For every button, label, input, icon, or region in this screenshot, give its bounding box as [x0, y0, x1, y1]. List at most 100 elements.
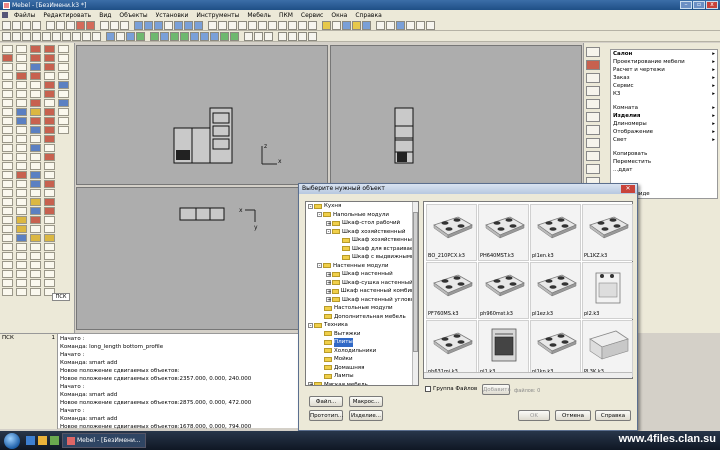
close-button[interactable]: x: [706, 1, 718, 9]
tool-button[interactable]: [16, 279, 27, 287]
tool-button[interactable]: [44, 90, 55, 98]
menu-item[interactable]: Справка: [351, 12, 385, 19]
tool-button[interactable]: [44, 198, 55, 206]
tool-button[interactable]: [2, 72, 13, 80]
right-menu-item[interactable]: Изделия ▸: [611, 112, 717, 120]
tool-button[interactable]: [2, 234, 13, 242]
right-menu-item[interactable]: Отображение ▸: [611, 128, 717, 136]
toolbar-button[interactable]: [32, 20, 41, 30]
tool-button[interactable]: [16, 225, 27, 233]
tree-node[interactable]: + Шкаф-стол рабочий: [306, 219, 418, 228]
tool-button[interactable]: [58, 63, 69, 71]
toolbar-button[interactable]: [136, 31, 145, 41]
menu-item[interactable]: Файлы: [10, 12, 39, 19]
toolbar-button[interactable]: [144, 20, 153, 30]
tool-button[interactable]: [16, 63, 27, 71]
tool-button[interactable]: [16, 135, 27, 143]
tree-node[interactable]: - Кухня: [306, 202, 418, 211]
menu-item[interactable]: Мебель: [243, 12, 275, 19]
tree-node[interactable]: + Шкаф-сушка настенный: [306, 279, 418, 288]
side-tool-button[interactable]: [586, 47, 600, 57]
tool-button[interactable]: [44, 126, 55, 134]
tool-button[interactable]: [16, 117, 27, 125]
menu-item[interactable]: Окна: [327, 12, 351, 19]
toolbar-button[interactable]: [342, 20, 351, 30]
toolbar-button[interactable]: [154, 20, 163, 30]
tool-button[interactable]: [44, 243, 55, 251]
toolbar-button[interactable]: [376, 20, 385, 30]
tree-node[interactable]: - Шкаф хозяйственный: [306, 228, 418, 237]
tool-button[interactable]: [2, 126, 13, 134]
object-thumbnail[interactable]: pl1kn.k3: [530, 320, 581, 377]
tool-button[interactable]: [44, 63, 55, 71]
toolbar-button[interactable]: [278, 20, 287, 30]
tool-button[interactable]: [16, 108, 27, 116]
ok-button[interactable]: OK: [518, 410, 550, 421]
toolbar-button[interactable]: [220, 31, 229, 41]
side-tool-button[interactable]: [586, 60, 600, 70]
tool-button[interactable]: [16, 90, 27, 98]
ucs-row[interactable]: ПСК 1: [0, 334, 57, 342]
product-button[interactable]: Изделие...: [349, 410, 383, 421]
tool-button[interactable]: [44, 162, 55, 170]
tool-button[interactable]: [2, 54, 13, 62]
side-tool-button[interactable]: [586, 73, 600, 83]
object-gallery[interactable]: BO_210PCX.k3 PH640MST.k3 pl1en.k3 PL1KZ.k3 P…: [423, 201, 633, 379]
tool-button[interactable]: [16, 45, 27, 53]
tool-button[interactable]: [44, 45, 55, 53]
tool-button[interactable]: [30, 216, 41, 224]
toolbar-button[interactable]: [258, 20, 267, 30]
tool-button[interactable]: [30, 54, 41, 62]
media-icon[interactable]: [50, 436, 59, 445]
start-button[interactable]: [4, 432, 20, 449]
tree-node[interactable]: Шкаф хозяйственный: [306, 236, 418, 245]
tool-button[interactable]: [30, 117, 41, 125]
viewport-top[interactable]: x y: [76, 187, 328, 330]
tool-button[interactable]: [30, 135, 41, 143]
right-menu-item[interactable]: Комната ▸: [611, 104, 717, 112]
tool-button[interactable]: [2, 90, 13, 98]
expand-icon[interactable]: +: [326, 297, 331, 303]
tool-button[interactable]: [2, 270, 13, 278]
collapse-icon[interactable]: -: [308, 322, 313, 328]
tool-button[interactable]: [30, 288, 41, 296]
tool-button[interactable]: [58, 72, 69, 80]
tool-button[interactable]: [44, 81, 55, 89]
toolbar-button[interactable]: [22, 31, 31, 41]
side-tool-button[interactable]: [586, 164, 600, 174]
toolbar-button[interactable]: [352, 20, 361, 30]
tool-button[interactable]: [30, 153, 41, 161]
macro-button[interactable]: Макрос...: [349, 396, 383, 407]
side-tool-button[interactable]: [586, 86, 600, 96]
tool-button[interactable]: [2, 135, 13, 143]
toolbar-button[interactable]: [264, 31, 273, 41]
tool-button[interactable]: [44, 171, 55, 179]
gallery-scrollbar[interactable]: [424, 372, 632, 378]
tool-button[interactable]: [30, 108, 41, 116]
toolbar-button[interactable]: [160, 31, 169, 41]
right-menu-item[interactable]: Свет ▸: [611, 136, 717, 144]
expand-icon[interactable]: +: [326, 271, 331, 277]
toolbar-button[interactable]: [52, 31, 61, 41]
folder-icon[interactable]: [38, 436, 47, 445]
tool-button[interactable]: [30, 162, 41, 170]
toolbar-button[interactable]: [308, 20, 317, 30]
category-tree[interactable]: - Кухня - Напольные модули + Шкаф-стол рабочи…: [305, 201, 419, 386]
tree-node[interactable]: - Настенные модули: [306, 262, 418, 271]
toolbar-button[interactable]: [254, 31, 263, 41]
tool-button[interactable]: [2, 108, 13, 116]
tree-node[interactable]: Вытяжки: [306, 330, 418, 339]
tool-button[interactable]: [44, 189, 55, 197]
tree-node[interactable]: Мойки: [306, 355, 418, 364]
tool-button[interactable]: [16, 162, 27, 170]
right-menu-item[interactable]: Переместить: [611, 158, 717, 166]
tool-button[interactable]: [2, 63, 13, 71]
toolbar-button[interactable]: [298, 31, 307, 41]
tool-button[interactable]: [30, 99, 41, 107]
tool-button[interactable]: [16, 171, 27, 179]
toolbar-button[interactable]: [126, 31, 135, 41]
toolbar-button[interactable]: [288, 31, 297, 41]
add-button[interactable]: Добавить: [482, 384, 511, 395]
tool-button[interactable]: [44, 144, 55, 152]
right-menu-item[interactable]: Расчет и чертежи ▸: [611, 66, 717, 74]
